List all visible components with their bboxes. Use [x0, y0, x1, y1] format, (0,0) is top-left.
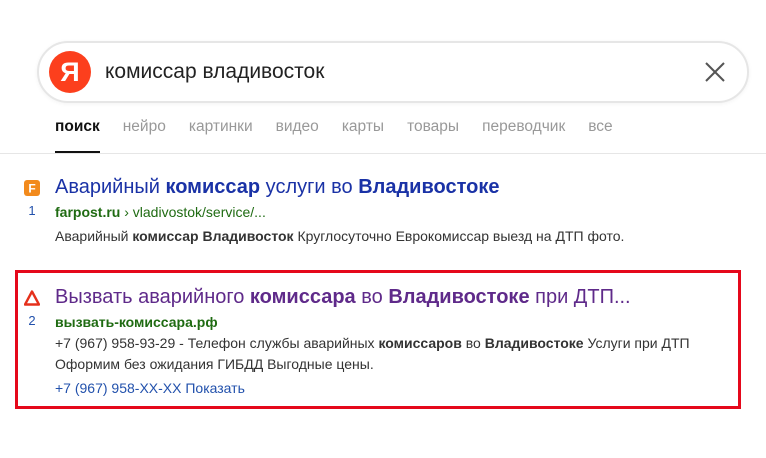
- tab-translator[interactable]: переводчик: [482, 118, 565, 150]
- search-results-page: Я поиск нейро картинки видео карты товар…: [0, 0, 766, 458]
- yandex-logo[interactable]: Я: [49, 51, 91, 93]
- tab-products[interactable]: товары: [407, 118, 459, 150]
- result-url-link[interactable]: farpost.ru › vladivostok/service/...: [55, 204, 266, 220]
- farpost-favicon-icon: F: [24, 180, 40, 196]
- tab-search[interactable]: поиск: [55, 118, 100, 154]
- svg-text:F: F: [28, 182, 35, 196]
- tab-video[interactable]: видео: [276, 118, 319, 150]
- tabs-divider: [0, 153, 766, 154]
- close-icon: [705, 62, 725, 82]
- search-input[interactable]: [105, 53, 685, 91]
- clear-search-button[interactable]: [703, 60, 727, 84]
- tab-maps[interactable]: карты: [342, 118, 384, 150]
- tab-neuro[interactable]: нейро: [123, 118, 166, 150]
- result-number: 1: [28, 203, 36, 218]
- search-bar: Я: [37, 41, 749, 103]
- result-snippet: Аварийный комиссар Владивосток Круглосут…: [55, 228, 625, 244]
- result-title-link[interactable]: Аварийный комиссар услуги во Владивосток…: [55, 176, 499, 199]
- highlight-frame: [15, 270, 741, 409]
- tab-all[interactable]: все: [588, 118, 612, 150]
- tab-images[interactable]: картинки: [189, 118, 253, 150]
- yandex-logo-letter: Я: [60, 56, 80, 87]
- search-tabs: поиск нейро картинки видео карты товары …: [55, 118, 636, 154]
